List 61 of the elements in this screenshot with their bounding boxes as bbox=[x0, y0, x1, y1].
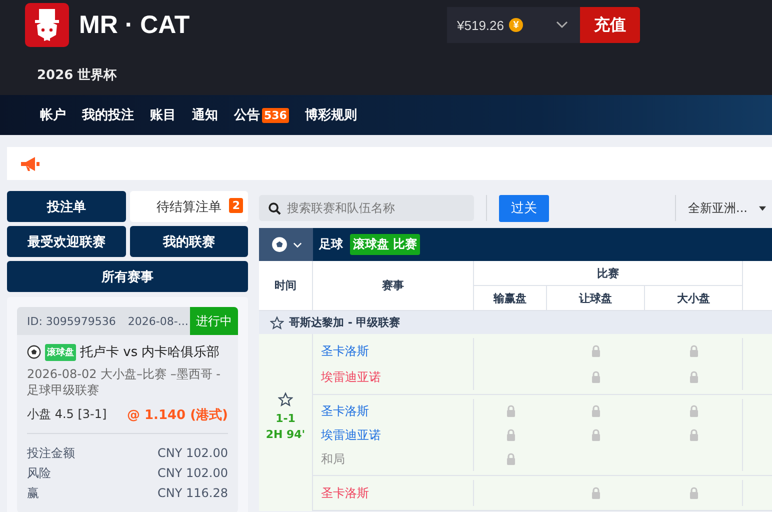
chevron-down-icon bbox=[292, 242, 302, 248]
subtitle: 2026 世界杯 bbox=[37, 67, 118, 84]
column-header: 让球盘 bbox=[547, 286, 645, 310]
column-group-header: 比赛 bbox=[474, 261, 742, 286]
search-field[interactable]: 搜索联赛和队伍名称 bbox=[259, 195, 474, 221]
amount-label: 赢 bbox=[27, 485, 39, 502]
amount-value: CNY 102.00 bbox=[158, 445, 228, 462]
megaphone-icon[interactable] bbox=[20, 156, 40, 172]
nav-link[interactable]: 我的投注 bbox=[82, 106, 134, 124]
column-header: 时间 bbox=[259, 261, 313, 310]
balance-dropdown[interactable]: ¥519.26 ¥ bbox=[447, 7, 580, 43]
bet-selection: 小盘 4.5 [3-1] bbox=[27, 406, 107, 423]
team-name[interactable]: 圣卡洛斯 bbox=[321, 399, 369, 423]
deposit-button[interactable]: 充值 bbox=[580, 7, 640, 43]
tab[interactable]: 待结算注单 2 bbox=[130, 191, 248, 222]
nav-link[interactable]: 账目 bbox=[150, 106, 176, 124]
balance-amount: ¥519.26 bbox=[457, 18, 504, 32]
bet-id: ID: 3095979536 bbox=[27, 314, 116, 328]
tab[interactable]: 投注单 bbox=[7, 191, 126, 222]
nav-link[interactable]: 公告 536 bbox=[234, 106, 289, 124]
league-name: 哥斯达黎加 - 甲级联赛 bbox=[289, 315, 400, 330]
tab[interactable]: 我的联赛 bbox=[130, 226, 248, 257]
match-score: 1-1 bbox=[276, 411, 296, 427]
star-icon[interactable] bbox=[270, 316, 284, 330]
team-name[interactable]: 圣卡洛斯 bbox=[321, 338, 369, 364]
column-header: 输赢盘 bbox=[474, 286, 547, 310]
live-tag: 滚球盘 比赛 bbox=[350, 234, 420, 255]
amount-label: 风险 bbox=[27, 465, 51, 482]
sport-name: 足球 bbox=[319, 236, 343, 253]
bet-description: 2026-08-02 大小盘–比赛 –墨西哥 - 足球甲级联赛 bbox=[27, 366, 222, 398]
search-icon bbox=[268, 202, 281, 215]
nav-link[interactable]: 通知 bbox=[192, 106, 218, 124]
nav-link[interactable]: 博彩规则 bbox=[304, 106, 357, 124]
caret-icon bbox=[759, 206, 766, 210]
amount-value: CNY 102.00 bbox=[158, 465, 228, 482]
column-header: 大小盘 bbox=[676, 290, 711, 306]
sport-selector[interactable] bbox=[259, 228, 313, 261]
bet-date: 2026-08-... bbox=[128, 314, 188, 328]
count-badge: 536 bbox=[262, 108, 289, 122]
brand-name: MR · CAT bbox=[79, 10, 190, 40]
nav-link[interactable]: 帐户 bbox=[40, 106, 66, 124]
column-header: 赛事 bbox=[313, 261, 474, 310]
amount-value: CNY 116.28 bbox=[158, 485, 228, 502]
odds-type-dropdown[interactable]: 全新亚洲... bbox=[688, 200, 748, 216]
live-tag: 滚球盘 bbox=[45, 344, 76, 360]
chevron-down-icon bbox=[556, 21, 568, 29]
soccer-ball-icon bbox=[270, 236, 288, 253]
status-badge: 进行中 bbox=[190, 307, 238, 335]
count-badge: 2 bbox=[229, 198, 243, 213]
amount-label: 投注金额 bbox=[27, 445, 75, 462]
match-title: 托卢卡 vs 内卡哈俱乐部 bbox=[80, 344, 220, 361]
cat-logo[interactable] bbox=[25, 3, 69, 47]
tab[interactable]: 所有赛事 bbox=[7, 261, 248, 292]
coin-icon: ¥ bbox=[509, 18, 523, 32]
star-icon[interactable] bbox=[278, 392, 293, 407]
team-name[interactable]: 埃雷迪亚诺 bbox=[321, 423, 381, 447]
tab[interactable]: 最受欢迎联赛 bbox=[7, 226, 126, 257]
match-clock: 2H 94' bbox=[266, 427, 306, 443]
soccer-ball-icon bbox=[27, 345, 41, 359]
odds-value: @ 1.140 (港式) bbox=[126, 407, 228, 424]
parlay-button[interactable]: 过关 bbox=[499, 194, 549, 222]
